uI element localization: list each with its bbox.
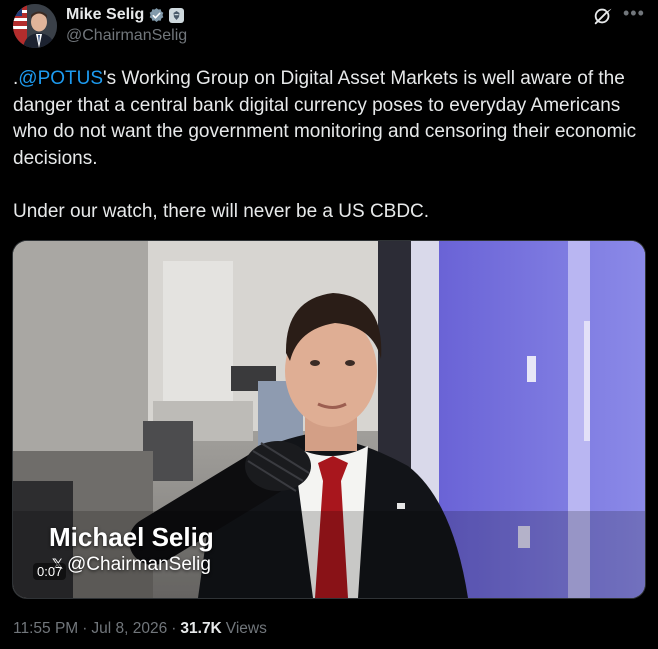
avatar-image <box>13 4 57 48</box>
video-overlay-handle: @ChairmanSelig <box>67 554 211 575</box>
mention-link[interactable]: @POTUS <box>18 68 103 89</box>
tweet-time[interactable]: 11:55 PM <box>13 620 78 638</box>
verified-badge-icon[interactable] <box>148 7 165 24</box>
meta-separator: · <box>82 620 88 637</box>
video-overlay-name: Michael Selig <box>49 522 214 552</box>
author-name-row: Mike Selig <box>66 5 185 25</box>
government-badge-icon[interactable] <box>169 7 185 23</box>
author-handle[interactable]: @ChairmanSelig <box>66 27 187 45</box>
video-timestamp: 0:07 <box>33 563 67 580</box>
video-player[interactable]: Michael Selig 𝕏 @ChairmanSelig 0:07 <box>12 240 646 599</box>
tweet-date[interactable]: Jul 8, 2026 <box>91 620 167 638</box>
more-options-icon[interactable]: ••• <box>623 4 645 22</box>
views-count[interactable]: 31.7K <box>180 620 221 638</box>
meta-separator: · <box>171 620 177 637</box>
author-avatar[interactable] <box>13 4 57 48</box>
tweet-meta: 11:55 PM · Jul 8, 2026 · 31.7K Views <box>13 620 267 638</box>
author-display-name[interactable]: Mike Selig <box>66 6 144 24</box>
tweet-text: .@POTUS's Working Group on Digital Asset… <box>13 66 649 225</box>
grok-icon[interactable] <box>592 5 614 27</box>
tweet-text-body: 's Working Group on Digital Asset Market… <box>13 68 637 222</box>
views-label: Views <box>225 620 267 637</box>
